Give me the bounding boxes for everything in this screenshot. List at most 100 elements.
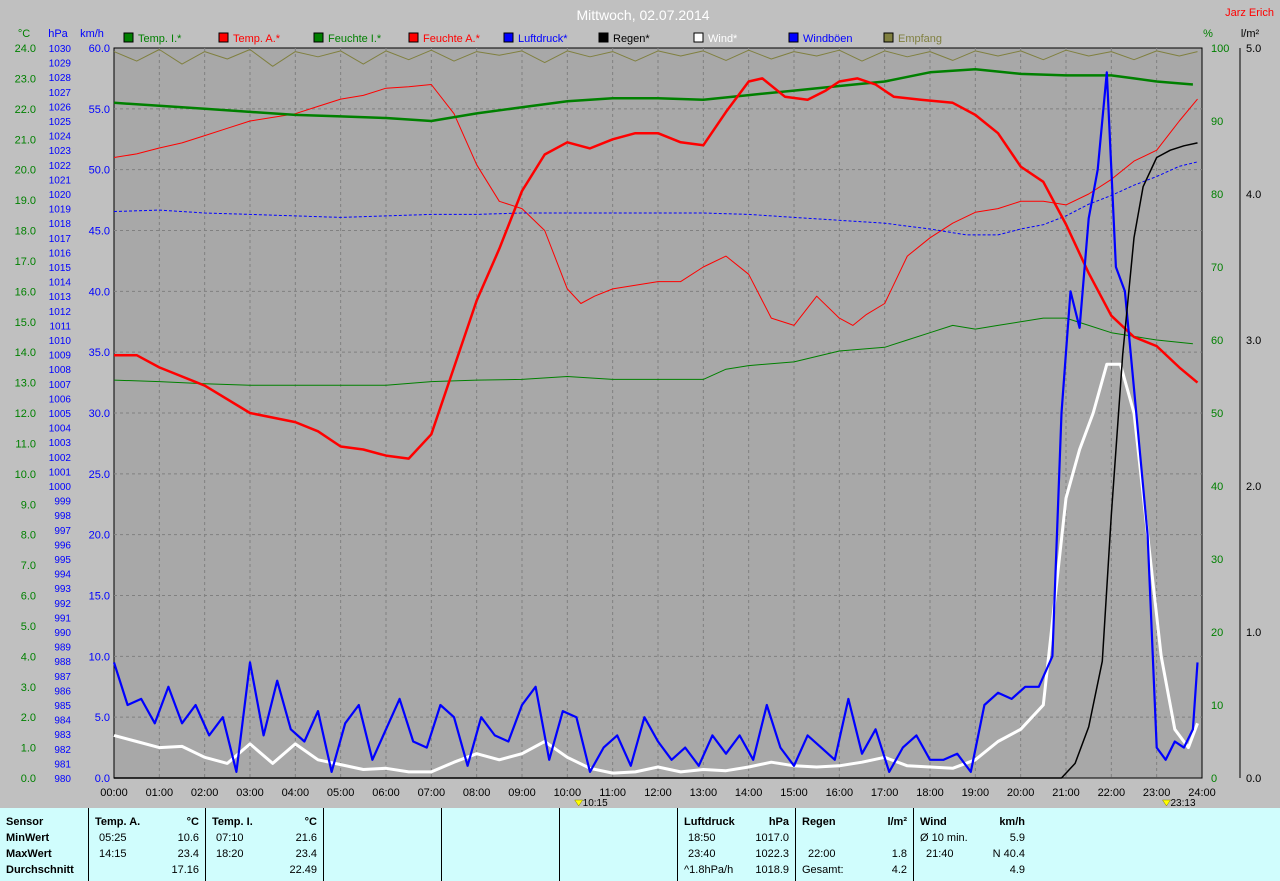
tick-label-temp: 15.0	[15, 317, 36, 329]
row-label-min: MinWert	[6, 832, 50, 844]
tick-label-pressure: 1016	[49, 248, 72, 259]
tick-label-wind: 50.0	[89, 165, 110, 177]
tick-label-humidity: 10	[1211, 700, 1223, 712]
tick-label-time: 06:00	[372, 787, 400, 799]
tick-label-pressure: 986	[54, 686, 71, 697]
tick-label-temp: 24.0	[15, 43, 36, 55]
tick-label-time: 00:00	[100, 787, 128, 799]
humidity-unit-label: %	[1203, 28, 1213, 40]
tick-label-time: 19:00	[962, 787, 990, 799]
tick-label-temp: 23.0	[15, 73, 36, 85]
tick-label-time: 02:00	[191, 787, 219, 799]
tick-label-time: 23:00	[1143, 787, 1171, 799]
legend-swatch	[598, 32, 609, 43]
temp-a-avg: 17.16	[171, 864, 199, 876]
tick-label-time: 12:00	[644, 787, 672, 799]
tick-label-pressure: 1024	[49, 132, 72, 143]
tick-label-temp: 14.0	[15, 347, 36, 359]
tick-label-pressure: 983	[54, 730, 71, 741]
tick-label-wind: 35.0	[89, 347, 110, 359]
legend-swatch	[218, 32, 229, 43]
tick-label-pressure: 1011	[49, 321, 71, 332]
tick-label-time: 08:00	[463, 787, 491, 799]
tick-label-wind: 45.0	[89, 226, 110, 238]
tick-label-pressure: 989	[54, 643, 71, 654]
tick-label-temp: 19.0	[15, 195, 36, 207]
stats-temp-i: Temp. I. °C 07:10 21.6 18:20 23.4 22.49	[206, 808, 324, 881]
tick-label-pressure: 1028	[49, 73, 72, 84]
tick-label-pressure: 991	[54, 613, 71, 624]
tick-label-pressure: 1001	[49, 467, 72, 478]
tick-label-rain: 4.0	[1246, 189, 1261, 201]
tick-label-temp: 1.0	[21, 743, 36, 755]
wind-avg10-label: Ø 10 min.	[920, 832, 968, 844]
tick-label-time: 13:00	[690, 787, 718, 799]
tick-label-humidity: 20	[1211, 627, 1223, 639]
rain-total-label: Gesamt:	[802, 864, 844, 876]
rain-unit: l/m²	[887, 816, 907, 828]
tick-label-time: 01:00	[146, 787, 174, 799]
temp-a-min-time: 05:25	[99, 832, 127, 844]
tick-label-temp: 17.0	[15, 256, 36, 268]
legend-swatch	[503, 32, 514, 43]
tick-label-humidity: 60	[1211, 335, 1223, 347]
stats-wind: Wind km/h Ø 10 min. 5.9 21:40 N 40.4 4.9	[914, 808, 1031, 881]
legend-label: Regen*	[613, 33, 650, 45]
tick-label-temp: 13.0	[15, 378, 36, 390]
tick-label-pressure: 1007	[49, 380, 72, 391]
stats-rain: Regen l/m² 22:00 1.8 Gesamt: 4.2	[796, 808, 914, 881]
legend-label: Temp. A.*	[233, 33, 281, 45]
tick-label-time: 20:00	[1007, 787, 1035, 799]
tick-label-pressure: 994	[54, 570, 71, 581]
pressure-unit: hPa	[768, 816, 789, 828]
tick-label-pressure: 1029	[49, 59, 72, 70]
wind-max-val: N 40.4	[992, 848, 1025, 860]
tick-label-pressure: 980	[54, 774, 71, 785]
marker-label: 10:15	[583, 798, 608, 808]
tick-label-wind: 60.0	[89, 43, 110, 55]
tick-label-wind: 20.0	[89, 530, 110, 542]
tick-label-wind: 5.0	[95, 712, 110, 724]
wind-avg10: 5.9	[1009, 832, 1025, 844]
tick-label-pressure: 993	[54, 584, 71, 595]
tick-label-rain: 3.0	[1246, 335, 1261, 347]
tick-label-pressure: 1027	[49, 88, 72, 99]
temp-i-min-val: 21.6	[295, 832, 317, 844]
tick-label-temp: 21.0	[15, 134, 36, 146]
tick-label-temp: 2.0	[21, 712, 36, 724]
pressure-trend: ^1.8hPa/h	[684, 864, 734, 876]
stats-panel: Sensor MinWert MaxWert Durchschnitt Temp…	[0, 808, 1280, 881]
tick-label-temp: 5.0	[21, 621, 36, 633]
tick-label-temp: 11.0	[15, 438, 36, 450]
tick-label-time: 17:00	[871, 787, 899, 799]
tick-label-wind: 40.0	[89, 286, 110, 298]
temp-a-header: Temp. A.	[95, 816, 141, 828]
legend-swatch	[883, 32, 894, 43]
tick-label-pressure: 1005	[49, 409, 72, 420]
tick-label-pressure: 1012	[49, 307, 72, 318]
tick-label-pressure: 1008	[49, 365, 72, 376]
legend-label: Temp. I.*	[138, 33, 182, 45]
tick-label-wind: 30.0	[89, 408, 110, 420]
tick-label-temp: 4.0	[21, 651, 36, 663]
pressure-avg: 1018.9	[755, 864, 789, 876]
weather-chart: Mittwoch, 02.07.2014 Jarz Erich °C hPa k…	[0, 0, 1280, 808]
pressure-max-time: 23:40	[688, 848, 716, 860]
tick-label-humidity: 80	[1211, 189, 1223, 201]
pressure-max-val: 1022.3	[755, 848, 789, 860]
temp-i-header: Temp. I.	[212, 816, 253, 828]
tick-label-pressure: 1017	[49, 234, 72, 245]
legend-swatch	[408, 32, 419, 43]
tick-label-time: 22:00	[1098, 787, 1126, 799]
tick-label-wind: 10.0	[89, 651, 110, 663]
stats-empty-1	[324, 808, 442, 881]
rain-header: Regen	[802, 816, 836, 828]
legend-label: Feuchte I.*	[328, 33, 382, 45]
legend-swatch	[693, 32, 704, 43]
tick-label-time: 05:00	[327, 787, 355, 799]
tick-label-pressure: 1018	[49, 219, 72, 230]
tick-label-time: 21:00	[1052, 787, 1080, 799]
tick-label-wind: 0.0	[95, 773, 110, 785]
temp-i-min-time: 07:10	[216, 832, 244, 844]
tick-label-pressure: 1030	[49, 44, 72, 55]
